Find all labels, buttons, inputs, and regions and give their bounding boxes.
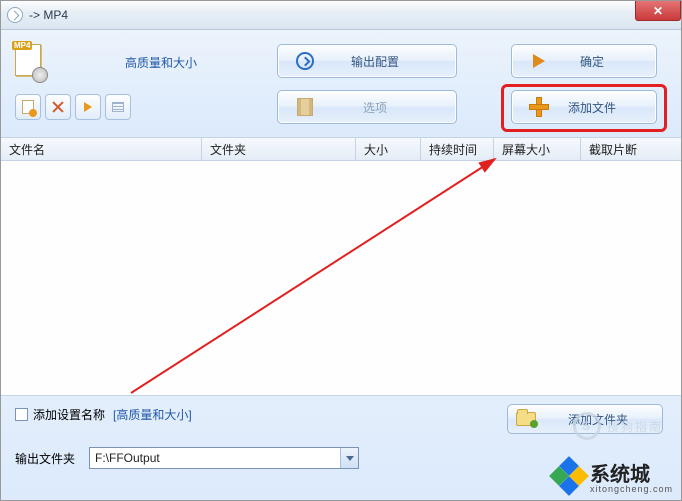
folder-plus-icon	[516, 412, 536, 426]
add-settings-name-checkbox[interactable]	[15, 408, 28, 421]
window-title: -> MP4	[29, 8, 68, 22]
film-icon	[297, 98, 313, 116]
output-folder-label: 输出文件夹	[15, 450, 75, 467]
add-settings-name-label: 添加设置名称	[33, 406, 105, 423]
small-play-button[interactable]	[75, 94, 101, 120]
profile-doc-icon: MP4	[15, 44, 45, 80]
ok-button[interactable]: 确定	[511, 44, 657, 78]
doc-add-icon	[22, 100, 34, 114]
small-add-button[interactable]	[15, 94, 41, 120]
top-panel: MP4 高质量和大小 输出配置 确定 选项 添加文件	[1, 30, 681, 137]
app-window: -> MP4 ✕ MP4 高质量和大小 输出配置 确定 选项 添加文件	[0, 0, 682, 501]
output-folder-combo[interactable]: F:\FFOutput	[89, 447, 359, 469]
small-toolbar	[15, 94, 131, 120]
table-header: 文件名 文件夹 大小 持续时间 屏幕大小 截取片断	[1, 137, 681, 161]
list-icon	[112, 102, 124, 112]
output-config-button[interactable]: 输出配置	[277, 44, 457, 78]
watermark-xitongcheng: 系统城xitongcheng.com	[552, 458, 673, 494]
table-body[interactable]	[1, 161, 681, 395]
play-small-icon	[84, 102, 92, 112]
close-button[interactable]: ✕	[635, 1, 681, 21]
app-icon	[7, 7, 23, 23]
col-clip[interactable]: 截取片断	[581, 138, 681, 160]
small-list-button[interactable]	[105, 94, 131, 120]
watermark-sougou: S搜狗指南	[573, 412, 663, 440]
options-button[interactable]: 选项	[277, 90, 457, 124]
plus-icon	[530, 98, 548, 116]
col-filename[interactable]: 文件名	[1, 138, 202, 160]
col-screen[interactable]: 屏幕大小	[494, 138, 581, 160]
col-folder[interactable]: 文件夹	[202, 138, 356, 160]
titlebar: -> MP4 ✕	[1, 1, 681, 30]
col-size[interactable]: 大小	[356, 138, 421, 160]
chevron-down-icon[interactable]	[340, 448, 358, 468]
remove-icon	[52, 101, 64, 113]
gear-circle-icon	[296, 52, 314, 70]
small-remove-button[interactable]	[45, 94, 71, 120]
settings-name-value[interactable]: [高质量和大小]	[113, 406, 192, 423]
play-icon	[533, 54, 545, 68]
output-folder-value: F:\FFOutput	[90, 451, 340, 465]
add-file-button[interactable]: 添加文件	[511, 90, 657, 124]
col-duration[interactable]: 持续时间	[421, 138, 494, 160]
quality-link[interactable]: 高质量和大小	[125, 54, 197, 71]
